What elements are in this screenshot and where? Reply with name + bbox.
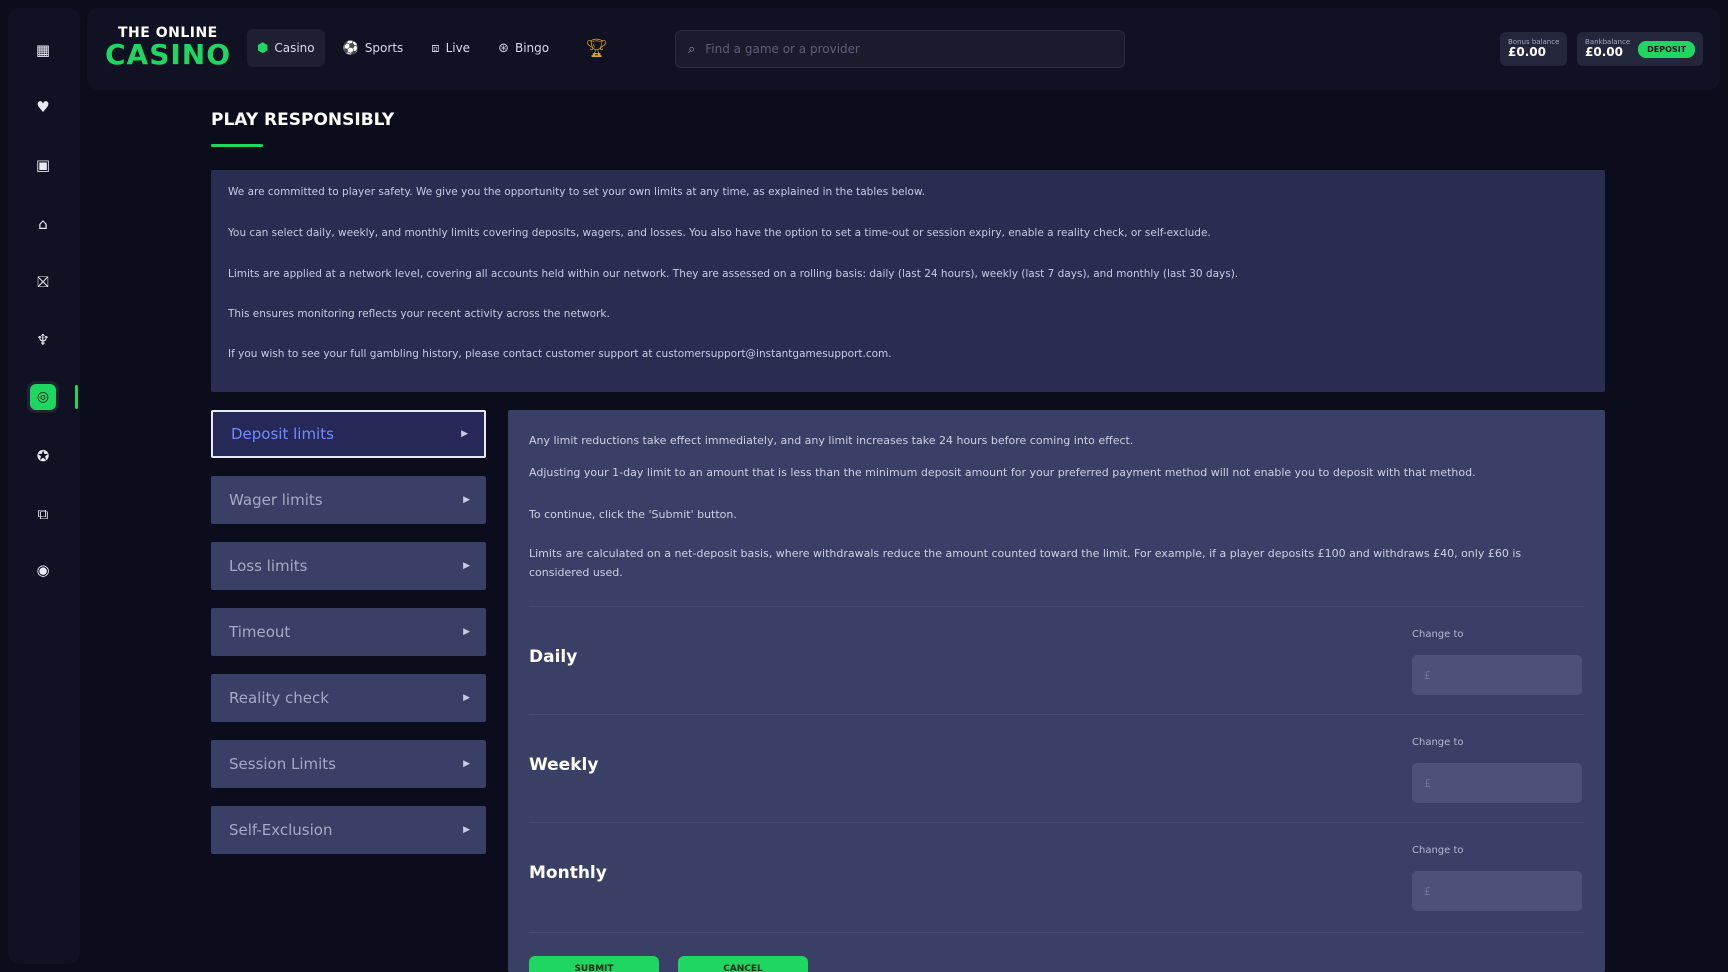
logo[interactable]: THE ONLINE CASINO [105, 26, 231, 69]
weekly-limit-input[interactable] [1412, 763, 1582, 803]
nav-bingo[interactable]: ⊛ Bingo [488, 29, 559, 67]
bank-balance-value: £0.00 [1585, 45, 1623, 60]
row-divider [529, 822, 1584, 823]
tab-label: Timeout [229, 623, 291, 641]
row-divider [529, 932, 1584, 933]
tab-label: Reality check [229, 689, 329, 707]
weekly-label: Weekly [529, 755, 599, 775]
chevron-right-icon: ▶ [463, 627, 470, 637]
tab-wager-limits[interactable]: Wager limits ▶ [211, 476, 486, 524]
nav-bingo-label: Bingo [514, 41, 550, 55]
deposit-limits-panel: Any limit reductions take effect immedia… [508, 410, 1605, 972]
tab-label: Session Limits [229, 755, 336, 773]
bonus-balance-value: £0.00 [1508, 45, 1546, 60]
main-nav: ⬢ Casino ⚽ Sports ⧈ Live ⊛ Bingo 🏆︎ [247, 29, 626, 67]
panel-note: To continue, click the 'Submit' button. [529, 508, 737, 521]
nav-sports-label: Sports [364, 41, 404, 55]
tab-label: Wager limits [229, 491, 323, 509]
info-paragraph: Limits are applied at a network level, c… [228, 268, 1239, 280]
support-icon[interactable]: ◉ [27, 554, 59, 586]
row-divider [529, 714, 1584, 715]
logo-line-2: CASINO [105, 38, 232, 71]
top-bar: THE ONLINE CASINO ⬢ Casino ⚽ Sports ⧈ Li… [87, 8, 1720, 90]
chevron-right-icon: ▶ [463, 693, 470, 703]
info-paragraph: You can select daily, weekly, and monthl… [228, 227, 1211, 239]
daily-change-label: Change to [1412, 629, 1464, 640]
monthly-label: Monthly [529, 863, 607, 883]
chevron-right-icon: ▶ [463, 825, 470, 835]
chip-icon: ⬢ [257, 40, 269, 56]
chevron-right-icon: ▶ [461, 429, 468, 439]
nav-live-label: Live [445, 41, 471, 55]
bank-balance: Bankbalance £0.00 DEPOSIT [1577, 32, 1704, 66]
nav-sports[interactable]: ⚽ Sports [333, 29, 414, 67]
tab-label: Loss limits [229, 557, 308, 575]
tab-timeout[interactable]: Timeout ▶ [211, 608, 486, 656]
tab-deposit-limits[interactable]: Deposit limits ▶ [211, 410, 486, 458]
panel-note: Limits are calculated on a net-deposit b… [529, 547, 1522, 579]
nav-casino-label: Casino [274, 41, 315, 55]
panel-note: Any limit reductions take effect immedia… [529, 434, 1134, 447]
tab-label: Self-Exclusion [229, 821, 333, 839]
nav-casino[interactable]: ⬢ Casino [247, 29, 325, 67]
live-icon: ⧈ [431, 40, 440, 56]
monthly-limit-input[interactable] [1412, 871, 1582, 911]
search-bar: ⌕ [675, 30, 1125, 68]
left-rail: ▦ ♥ ▣ ⌂ ⛝ ♆ ◎ ✪ ⧉ ◉ [8, 8, 80, 964]
favorites-heart-icon[interactable]: ♥ [27, 91, 59, 123]
chat-icon[interactable]: ⧉ [27, 498, 59, 530]
nav-live[interactable]: ⧈ Live [421, 29, 480, 67]
info-paragraph: If you wish to see your full gambling hi… [228, 348, 892, 360]
search-input[interactable] [705, 42, 1086, 56]
title-underline [211, 144, 263, 147]
search-icon: ⌕ [688, 41, 696, 57]
limit-tabs: Deposit limits ▶ Wager limits ▶ Loss lim… [211, 410, 486, 872]
info-box: We are committed to player safety. We gi… [211, 170, 1605, 392]
tab-label: Deposit limits [231, 425, 334, 443]
monthly-change-label: Change to [1412, 845, 1464, 856]
daily-label: Daily [529, 647, 578, 667]
tab-session-limits[interactable]: Session Limits ▶ [211, 740, 486, 788]
casino-chip-icon[interactable]: ◎ [27, 381, 59, 413]
bingo-icon: ⊛ [498, 40, 509, 56]
bonus-balance[interactable]: Bonus balance £0.00 [1500, 32, 1568, 66]
nav-trophy[interactable]: 🏆︎ [567, 29, 626, 67]
tab-loss-limits[interactable]: Loss limits ▶ [211, 542, 486, 590]
grid-icon[interactable]: ▦ [27, 34, 59, 66]
active-indicator [75, 385, 78, 409]
daily-limit-input[interactable] [1412, 655, 1582, 695]
trophy-icon: 🏆︎ [585, 37, 608, 59]
page-title: PLAY RESPONSIBLY [211, 110, 395, 130]
chevron-right-icon: ▶ [463, 495, 470, 505]
weekly-change-label: Change to [1412, 737, 1464, 748]
info-paragraph: We are committed to player safety. We gi… [228, 186, 925, 198]
ball-icon: ⚽ [342, 40, 359, 56]
trophy-icon[interactable]: ♆ [27, 324, 59, 356]
deposit-button[interactable]: DEPOSIT [1638, 40, 1696, 58]
settings-icon[interactable]: ✪ [27, 440, 59, 472]
home-icon[interactable]: ⌂ [27, 208, 59, 240]
tab-self-exclusion[interactable]: Self-Exclusion ▶ [211, 806, 486, 854]
tab-reality-check[interactable]: Reality check ▶ [211, 674, 486, 722]
row-divider [529, 606, 1584, 607]
slot-machine-icon[interactable]: ▣ [27, 149, 59, 181]
gift-icon[interactable]: ⛝ [27, 266, 59, 298]
cancel-button[interactable]: CANCEL [678, 956, 808, 972]
chevron-right-icon: ▶ [463, 759, 470, 769]
chevron-right-icon: ▶ [463, 561, 470, 571]
panel-note: Adjusting your 1-day limit to an amount … [529, 466, 1476, 479]
submit-button[interactable]: SUBMIT [529, 956, 659, 972]
info-paragraph: This ensures monitoring reflects your re… [228, 308, 610, 320]
